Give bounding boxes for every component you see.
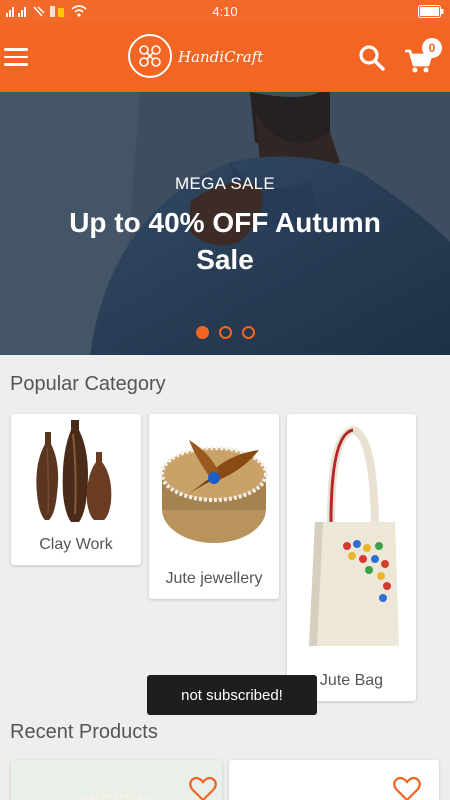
recent-product-card-1[interactable] — [11, 760, 222, 800]
popular-category-title: Popular Category — [10, 373, 166, 395]
banner-dot-1[interactable] — [195, 326, 209, 339]
banner-title: Up to 40% OFF Autumn Sale — [69, 207, 381, 275]
app-logo[interactable]: HandiCraft — [128, 34, 263, 78]
status-bar: 4:10 — [0, 0, 450, 22]
category-label: Clay Work — [39, 536, 113, 553]
search-icon[interactable] — [358, 44, 386, 72]
logo-emblem-icon — [128, 34, 172, 78]
category-card-jute-bag[interactable]: Jute Bag — [287, 414, 416, 701]
app-bar: HandiCraft 0 — [0, 22, 450, 92]
promo-banner[interactable]: MEGA SALE Up to 40% OFF Autumn Sale — [0, 92, 450, 355]
jute-jewellery-image — [149, 414, 279, 559]
cart-count-badge: 0 — [422, 38, 442, 58]
favorite-heart-icon[interactable] — [393, 776, 421, 800]
banner-dot-3[interactable] — [241, 326, 255, 339]
status-icons-left — [6, 4, 166, 18]
category-card-jute-jewellery[interactable]: Jute jewellery — [149, 414, 279, 599]
category-label: Jute jewellery — [165, 570, 263, 587]
toast-message: not subscribed! — [147, 675, 317, 715]
status-time: 4:10 — [212, 3, 238, 19]
status-icons-right — [284, 4, 444, 18]
banner-subtitle: MEGA SALE — [174, 174, 276, 193]
recent-product-card-2[interactable] — [229, 760, 439, 800]
clay-vases-image — [11, 414, 141, 529]
jute-bag-image — [287, 414, 416, 659]
favorite-heart-icon[interactable] — [189, 776, 217, 800]
recent-products-title: Recent Products — [10, 721, 158, 743]
battery-icon — [418, 4, 444, 18]
cart-icon[interactable]: 0 — [404, 38, 442, 76]
wifi-icon — [71, 5, 87, 17]
logo-text: HandiCraft — [178, 48, 264, 66]
hamburger-menu-icon[interactable] — [4, 42, 30, 72]
banner-pagination — [0, 326, 450, 339]
banner-dot-2[interactable] — [218, 326, 232, 339]
category-card-clay-work[interactable]: Clay Work — [11, 414, 141, 565]
signal-icon — [6, 6, 64, 17]
